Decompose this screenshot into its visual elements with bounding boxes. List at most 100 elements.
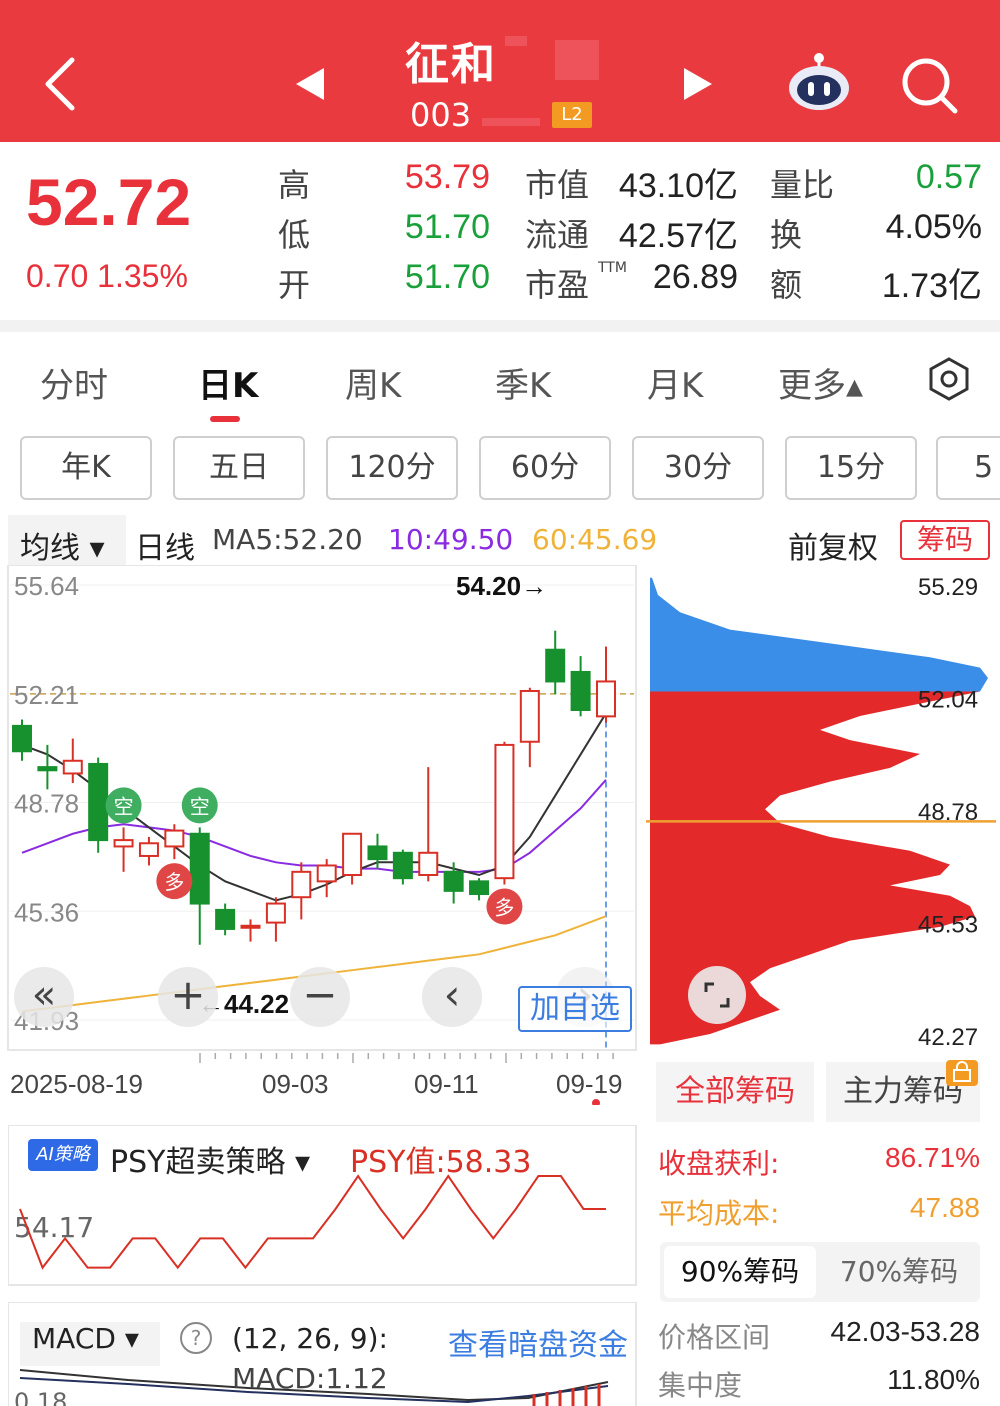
tab-90-chips[interactable]: 90%筹码 xyxy=(664,1246,816,1298)
prev-triangle-icon[interactable] xyxy=(294,66,328,102)
ma10-line xyxy=(21,779,607,873)
candle-body xyxy=(367,845,388,861)
collapse-button[interactable]: « xyxy=(14,967,74,1027)
chip-120min[interactable]: 120分 xyxy=(326,436,458,500)
quote-panel: 52.72 0.70 1.35% 高 低 开 53.79 51.70 51.70… xyxy=(0,142,1000,320)
dark-pool-link[interactable]: 查看暗盘资金 xyxy=(448,1320,628,1364)
psy-line xyxy=(19,1174,606,1270)
turnover-value: 4.05% xyxy=(885,208,982,246)
period-tabs: 分时 日K 周K 季K 月K 更多▴ xyxy=(0,332,1000,424)
top-bar: 征和 003 L2 xyxy=(0,0,1000,142)
amount-label: 额 xyxy=(770,266,803,304)
concentration-label: 集中度 xyxy=(658,1369,743,1402)
max-price-annotation: 54.20→ xyxy=(456,571,547,601)
current-date-dot xyxy=(592,1099,600,1105)
candle-body xyxy=(469,880,490,896)
tab-70-chips[interactable]: 70%筹码 xyxy=(822,1246,976,1298)
vol-ratio-label: 量比 xyxy=(770,166,835,204)
tab-quarterly-k[interactable]: 季K xyxy=(495,358,551,407)
price-change: 0.70 1.35% xyxy=(26,258,188,294)
tab-weekly-k[interactable]: 周K xyxy=(345,358,401,407)
y-axis-label: 45.36 xyxy=(14,897,79,927)
chip-price-label: 45.53 xyxy=(918,912,978,939)
settings-hexagon-icon[interactable] xyxy=(926,356,972,402)
y-axis-label: 48.78 xyxy=(14,789,79,819)
candle-body xyxy=(291,870,312,899)
search-icon[interactable] xyxy=(900,56,960,116)
candle-body xyxy=(443,870,464,892)
macd-selector[interactable]: MACD ▾ xyxy=(32,1322,139,1355)
adjust-mode[interactable]: 前复权 xyxy=(788,523,878,567)
candle-body xyxy=(164,829,185,848)
fullscreen-button[interactable] xyxy=(688,966,746,1024)
x-axis-label: 09-03 xyxy=(262,1069,329,1099)
candle-body xyxy=(113,839,134,848)
chip-distribution-button[interactable]: 筹码 xyxy=(900,520,990,560)
scroll-left-button[interactable]: ‹ xyxy=(422,967,482,1027)
mktcap-label: 市值 xyxy=(525,166,590,204)
redacted-block xyxy=(482,118,540,126)
signal-label: 多 xyxy=(494,896,514,920)
chip-15min[interactable]: 15分 xyxy=(785,436,917,500)
indicator-selector[interactable]: 均线 ▾ xyxy=(20,523,105,567)
concentration-value: 11.80% xyxy=(887,1364,980,1395)
signal-label: 空 xyxy=(190,794,210,818)
chip-info-panel: 全部筹码 主力筹码 收盘获利: 86.71% 平均成本: 47.88 90%筹码… xyxy=(646,1060,1000,1406)
y-axis-label: 52.21 xyxy=(14,680,79,710)
x-axis-label: 09-19 xyxy=(556,1069,623,1099)
avg-cost-label: 平均成本: xyxy=(658,1197,780,1230)
robot-assistant-icon[interactable] xyxy=(784,50,854,114)
stock-code: 003 xyxy=(410,96,472,134)
chip-price-label: 48.78 xyxy=(918,799,978,826)
chip-price-label: 55.29 xyxy=(918,574,978,601)
chip-price-label: 42.27 xyxy=(918,1024,978,1051)
ma60-value: 60:45.69 xyxy=(532,523,658,556)
chip-30min[interactable]: 30分 xyxy=(632,436,764,500)
tab-more[interactable]: 更多▴ xyxy=(778,358,863,407)
zoom-out-button[interactable]: − xyxy=(290,967,350,1027)
tab-monthly-k[interactable]: 月K xyxy=(647,358,703,407)
macd-level-label: 0.18 xyxy=(14,1388,68,1406)
candle-body xyxy=(88,762,109,842)
chip-five-day[interactable]: 五日 xyxy=(173,436,305,500)
open-label: 开 xyxy=(278,266,311,304)
tab-daily-k[interactable]: 日K xyxy=(198,358,258,407)
stock-detail-screen: 征和 003 L2 52.72 0.70 1.35% 高 低 开 53.79 5… xyxy=(0,0,1000,1406)
price-range-label: 价格区间 xyxy=(658,1321,771,1354)
chip-5min[interactable]: 5 xyxy=(936,436,1000,500)
macd-panel: MACD ▾ ? (12, 26, 9): 查看暗盘资金 MACD:1.12 0… xyxy=(0,1302,640,1406)
amount-value: 1.73亿 xyxy=(881,267,982,305)
vol-ratio-value: 0.57 xyxy=(915,158,982,196)
macd-value: MACD:1.12 xyxy=(232,1362,388,1395)
stock-name: 征和 xyxy=(405,39,497,90)
last-price: 52.72 xyxy=(26,165,192,239)
chip-60min[interactable]: 60分 xyxy=(479,436,611,500)
back-arrow-icon[interactable] xyxy=(40,56,80,112)
signal-label: 多 xyxy=(164,870,184,894)
open-value: 51.70 xyxy=(404,258,490,296)
candle-body xyxy=(342,832,363,877)
add-watchlist-button[interactable]: 加自选 xyxy=(518,986,632,1032)
tab-all-chips[interactable]: 全部筹码 xyxy=(656,1062,814,1122)
tab-intraday[interactable]: 分时 xyxy=(40,358,108,407)
candle-body xyxy=(62,759,83,775)
candle-body xyxy=(596,680,616,718)
expand-icon xyxy=(704,982,730,1008)
zoom-in-button[interactable]: + xyxy=(158,967,218,1027)
low-label: 低 xyxy=(278,216,311,254)
x-axis-label: 09-11 xyxy=(414,1069,479,1099)
avg-cost-value: 47.88 xyxy=(909,1192,980,1223)
profit-label: 收盘获利: xyxy=(658,1147,780,1180)
candle-body xyxy=(215,908,236,930)
help-icon[interactable]: ? xyxy=(180,1322,212,1354)
turnover-label: 换 xyxy=(770,216,803,254)
y-axis-label: 55.64 xyxy=(14,571,79,601)
lock-icon xyxy=(946,1060,978,1086)
mktcap-value: 43.10亿 xyxy=(618,167,738,205)
chip-year-k[interactable]: 年K xyxy=(20,436,152,500)
redacted-block xyxy=(505,36,527,46)
chip-price-label: 52.04 xyxy=(918,687,978,714)
float-value: 42.57亿 xyxy=(618,217,738,255)
next-triangle-icon[interactable] xyxy=(680,66,714,102)
candle-body xyxy=(12,724,32,753)
